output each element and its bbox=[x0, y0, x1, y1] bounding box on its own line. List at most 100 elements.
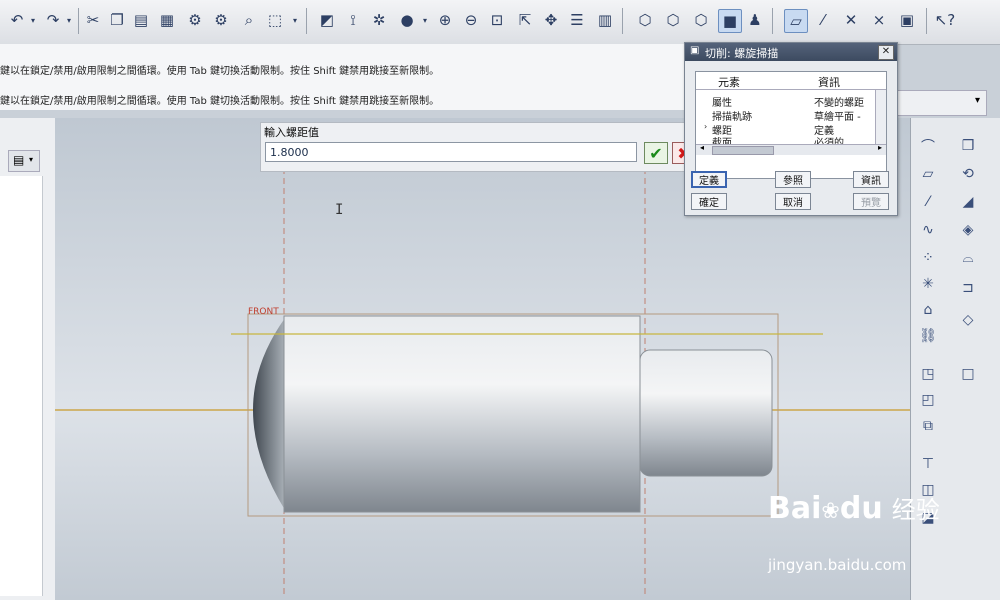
axis-tool-icon[interactable]: ⁄ bbox=[917, 192, 939, 212]
hidden-line-icon[interactable]: ⬡ bbox=[662, 9, 684, 31]
stepped-shaft bbox=[639, 349, 773, 477]
refit-icon[interactable]: ⊡ bbox=[486, 9, 508, 31]
message-line-2: 鍵以在鎖定/禁用/啟用限制之間循環。使用 Tab 鍵切換活動限制。按住 Shif… bbox=[0, 96, 440, 107]
datum-plane-icon[interactable]: ▱ bbox=[784, 9, 808, 33]
model-tree-list[interactable] bbox=[0, 176, 43, 596]
preview-button[interactable]: 預覽 bbox=[853, 193, 889, 210]
curve-tool-icon[interactable]: ∿ bbox=[917, 220, 939, 240]
revolve-icon[interactable]: ⟲ bbox=[957, 164, 979, 184]
undo-icon[interactable]: ↶ bbox=[6, 9, 28, 31]
regenerate-icon[interactable]: ⚙ bbox=[184, 9, 206, 31]
chamfer-icon[interactable]: ◰ bbox=[917, 390, 939, 410]
select-dropdown-icon[interactable]: ▾ bbox=[290, 9, 300, 31]
rib-icon[interactable]: ◇ bbox=[957, 310, 979, 330]
list-item-info: 草繪平面 - bbox=[814, 112, 861, 123]
watermark-brand-2: du bbox=[839, 491, 883, 526]
shading-icon[interactable]: ● bbox=[396, 9, 418, 31]
find-icon[interactable]: ⌕ bbox=[238, 9, 260, 31]
paw-icon: ❀ bbox=[821, 499, 840, 524]
hole-icon[interactable]: ⌓ bbox=[957, 248, 979, 268]
named-view-icon[interactable]: ◩ bbox=[316, 9, 338, 31]
chevron-down-icon: ▾ bbox=[974, 95, 980, 106]
blend-icon[interactable]: ◈ bbox=[957, 220, 979, 240]
zoom-in-icon[interactable]: ⊕ bbox=[434, 9, 456, 31]
whats-this-icon[interactable]: ↖? bbox=[934, 9, 956, 31]
csys-tool-icon[interactable]: ✳ bbox=[917, 274, 939, 294]
datum-axis-display-icon[interactable]: ⁄ bbox=[812, 9, 834, 31]
element-list[interactable]: 元素 資訊 屬性 不變的螺距 掃描軌跡 草繪平面 - › 螺距 定義 截面 必須… bbox=[695, 71, 887, 179]
app-icon: ▣ bbox=[690, 45, 700, 56]
watermark-brand: Bai bbox=[768, 491, 822, 526]
feature-toolbar: ⌒ ❒ ▱ ⟲ ⁄ ◢ ∿ ◈ ⁘ ⌓ ✳ ⊐ ⌂ ⛓ ◇ □ ◳ ◰ ⧉ ⊤ … bbox=[910, 118, 1000, 600]
vertical-scrollbar[interactable] bbox=[875, 90, 886, 144]
csys-icon[interactable]: ⨯ bbox=[868, 9, 890, 31]
shaded-icon[interactable]: ■ bbox=[718, 9, 742, 33]
cylinder-body bbox=[283, 315, 641, 513]
cut-icon[interactable]: ✂ bbox=[82, 9, 104, 31]
reference-button[interactable]: 參照 bbox=[775, 171, 811, 188]
draft-icon[interactable]: □ bbox=[957, 364, 979, 384]
list-item-element[interactable]: 截面 bbox=[712, 134, 732, 144]
no-hidden-icon[interactable]: ⬡ bbox=[690, 9, 712, 31]
layers-icon[interactable]: ☰ bbox=[566, 9, 588, 31]
scroll-right-icon[interactable]: ▸ bbox=[878, 143, 882, 152]
main-toolbar: ↶ ▾ ↷ ▾ ✂ ❐ ▤ ▦ ⚙ ⚙ ⌕ ⬚ ▾ ◩ ⟟ ✲ ● ▾ ⊕ ⊖ … bbox=[0, 0, 1000, 45]
tree-settings-button[interactable]: ▤ ▾ bbox=[8, 150, 40, 172]
chevron-down-icon: ▾ bbox=[29, 155, 34, 164]
copy-icon[interactable]: ❐ bbox=[106, 9, 128, 31]
dome-cap bbox=[253, 318, 285, 510]
accept-checkmark-button[interactable]: ✔ bbox=[644, 142, 668, 164]
select-box-icon[interactable]: ⬚ bbox=[264, 9, 286, 31]
message-area: 鍵以在鎖定/禁用/啟用限制之間循環。使用 Tab 鍵切換活動限制。按住 Shif… bbox=[0, 44, 690, 110]
checkmark-icon: ✔ bbox=[649, 143, 663, 163]
pitch-value-input[interactable] bbox=[265, 142, 637, 162]
dialog-close-button[interactable]: ✕ bbox=[878, 45, 894, 60]
info-button[interactable]: 資訊 bbox=[853, 171, 889, 188]
dialog-title-bar[interactable]: ▣ 切削: 螺旋掃描 ✕ bbox=[685, 43, 897, 61]
zoom-out-icon[interactable]: ⊖ bbox=[460, 9, 482, 31]
watermark-cn: 经验 bbox=[891, 496, 940, 524]
datum-axis-icon[interactable]: ⟟ bbox=[342, 9, 364, 31]
orient-icon[interactable]: ⇱ bbox=[514, 9, 536, 31]
wireframe-icon[interactable]: ⬡ bbox=[634, 9, 656, 31]
spin-icon[interactable]: ✥ bbox=[540, 9, 562, 31]
cancel-button[interactable]: 取消 bbox=[775, 193, 811, 210]
filter-dropdown[interactable]: ▾ bbox=[890, 90, 987, 116]
chain-icon[interactable]: ⛓ bbox=[917, 326, 939, 346]
dialog-title: 切削: 螺旋掃描 bbox=[705, 47, 779, 60]
round-icon[interactable]: ◳ bbox=[917, 364, 939, 384]
redo-dropdown-icon[interactable]: ▾ bbox=[64, 9, 74, 31]
undo-dropdown-icon[interactable]: ▾ bbox=[28, 9, 38, 31]
shell-icon[interactable]: ⊐ bbox=[957, 278, 979, 298]
horizontal-scrollbar[interactable]: ◂ ▸ bbox=[696, 143, 886, 155]
ok-button[interactable]: 確定 bbox=[691, 193, 727, 210]
sweep-icon[interactable]: ◢ bbox=[957, 192, 979, 212]
paste-icon[interactable]: ▤ bbox=[130, 9, 152, 31]
list-item-element[interactable]: 掃描軌跡 bbox=[712, 108, 752, 123]
paste-special-icon[interactable]: ▦ bbox=[156, 9, 178, 31]
datum-plane-tool-icon[interactable]: ▱ bbox=[917, 164, 939, 184]
copy-feature-icon[interactable]: ⧉ bbox=[917, 416, 939, 436]
shading-dropdown-icon[interactable]: ▾ bbox=[420, 9, 430, 31]
datum-point-icon[interactable]: ✕ bbox=[840, 9, 862, 31]
sketch-tool-icon[interactable]: ⌒ bbox=[917, 136, 939, 156]
close-icon: ✕ bbox=[881, 46, 891, 57]
watermark-url: jingyan.baidu.com bbox=[768, 556, 907, 574]
redo-icon[interactable]: ↷ bbox=[42, 9, 64, 31]
view-manager-icon[interactable]: ▥ bbox=[594, 9, 616, 31]
extrude-icon[interactable]: ❒ bbox=[957, 136, 979, 156]
scroll-left-icon[interactable]: ◂ bbox=[700, 143, 704, 152]
text-cursor-icon: I bbox=[335, 202, 343, 218]
list-item-element[interactable]: 屬性 bbox=[712, 94, 732, 109]
regenerate-manager-icon[interactable]: ⚙ bbox=[210, 9, 232, 31]
analysis-icon[interactable]: ⌂ bbox=[917, 300, 939, 320]
pattern-icon[interactable]: ⊤ bbox=[917, 454, 939, 474]
spin-center-icon[interactable]: ✲ bbox=[368, 9, 390, 31]
list-item-info: 不變的螺距 bbox=[814, 98, 864, 109]
column-header-element: 元素 bbox=[718, 76, 740, 89]
define-button[interactable]: 定義 bbox=[691, 171, 727, 188]
scrollbar-thumb[interactable] bbox=[712, 146, 774, 155]
point-tool-icon[interactable]: ⁘ bbox=[917, 248, 939, 268]
annotation-icon[interactable]: ▣ bbox=[896, 9, 918, 31]
model-tree-icon[interactable]: ♟ bbox=[744, 9, 766, 31]
